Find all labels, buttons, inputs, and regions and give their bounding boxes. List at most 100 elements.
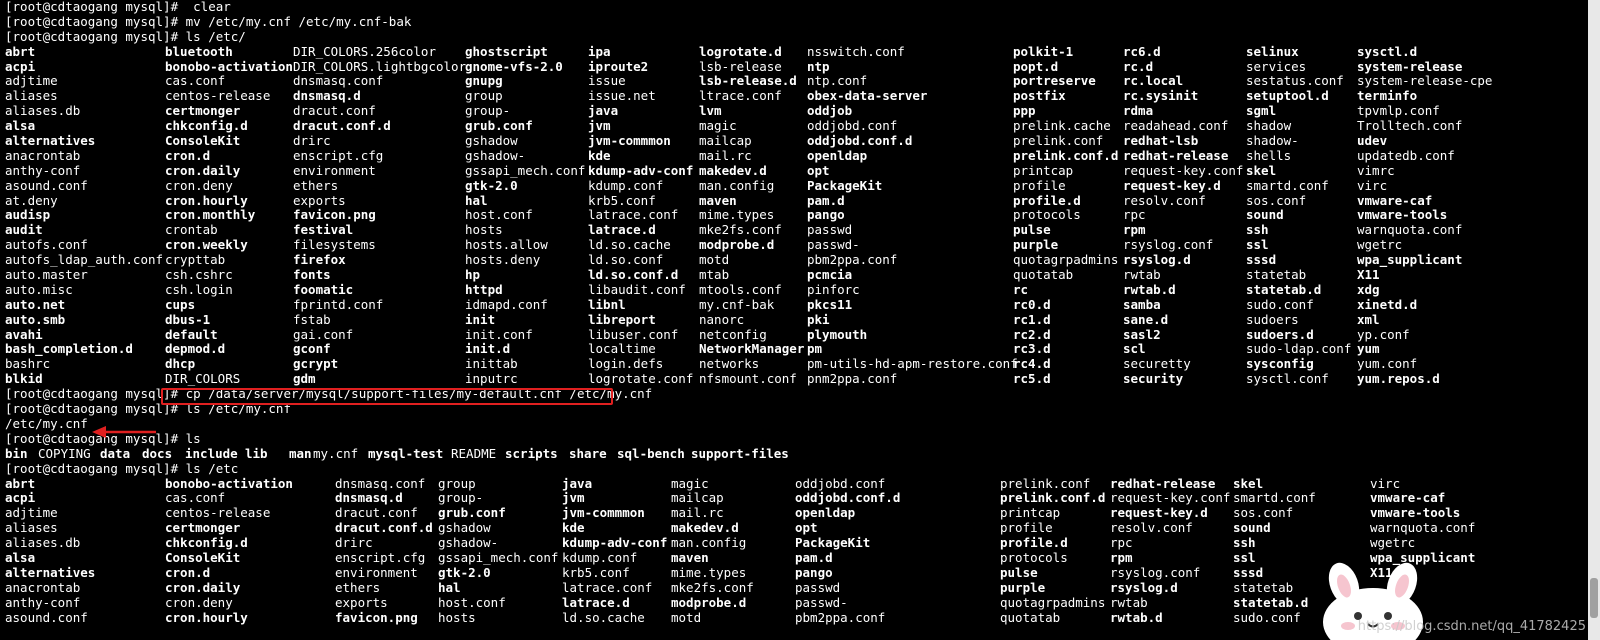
directory-entry: sysconfig — [1246, 356, 1314, 372]
command-output-line: /etc/my.cnf — [5, 415, 1585, 432]
file-entry: shadow — [1246, 118, 1292, 134]
file-entry: pbm2ppa.conf — [807, 252, 898, 268]
directory-entry: skel — [1233, 475, 1264, 491]
directory-entry: scl — [1123, 341, 1146, 357]
file-entry: localtime — [588, 341, 656, 357]
file-entry: hosts.deny — [465, 252, 541, 268]
file-entry: rsyslog.conf — [1123, 237, 1214, 253]
file-entry: DIR_COLORS — [165, 371, 241, 387]
directory-entry: openldap — [795, 505, 856, 521]
scrollbar-thumb[interactable] — [1590, 578, 1598, 618]
file-entry: filesystems — [293, 237, 376, 253]
file-entry: at.deny — [5, 192, 58, 208]
line-text: /etc/my.cnf — [5, 415, 88, 431]
file-entry: latrace.conf — [588, 207, 679, 223]
directory-entry: redhat-lsb — [1123, 133, 1199, 149]
directory-entry: prelink.conf.d — [1000, 490, 1106, 506]
file-entry: oddjobd.conf — [795, 475, 886, 491]
directory-entry: kde — [562, 520, 585, 536]
shell-prompt-line: [root@cdtaogang mysql]# mv /etc/my.cnf /… — [5, 13, 1585, 30]
directory-entry: foomatic — [293, 281, 354, 297]
directory-entry: share — [569, 445, 607, 461]
directory-entry: sudoers.d — [1246, 326, 1314, 342]
directory-entry: iproute2 — [588, 58, 649, 74]
shell-prompt-line: [root@cdtaogang mysql]# ls — [5, 431, 1585, 447]
directory-entry: jvm-commmon — [562, 505, 645, 521]
file-entry: adjtime — [5, 73, 58, 89]
file-entry: mime.types — [699, 207, 775, 223]
listing-row: aliases.db chkconfig.d drirc gshadow-kdump-… — [5, 535, 1585, 551]
line-text: [root@cdtaogang mysql]# clear — [5, 0, 231, 14]
directory-entry: rc3.d — [1013, 341, 1051, 357]
directory-entry: prelink.conf.d — [1013, 147, 1119, 163]
file-entry: drirc — [335, 535, 373, 551]
file-entry: sos.conf — [1246, 192, 1307, 208]
directory-entry: obex-data-server — [807, 88, 928, 104]
file-entry: quotatab — [1000, 609, 1061, 625]
file-entry: anthy-conf — [5, 594, 81, 610]
file-entry: krb5.conf — [588, 192, 656, 208]
directory-entry: pm — [807, 341, 823, 357]
directory-entry: cron.daily — [165, 162, 241, 178]
file-entry: fstab — [293, 311, 331, 327]
directory-entry: hp — [465, 267, 481, 283]
vertical-scrollbar[interactable] — [1588, 0, 1600, 640]
file-entry: tpvmlp.conf — [1357, 103, 1440, 119]
terminal-window[interactable]: [root@cdtaogang mysql]# clear [root@cdtao… — [0, 0, 1600, 640]
directory-entry: polkit-1 — [1013, 43, 1074, 59]
shell-prompt-line: [root@cdtaogang mysql]# ls /etc — [5, 460, 1585, 477]
directory-entry: sane.d — [1123, 311, 1169, 327]
file-entry: wgetrc — [1370, 535, 1416, 551]
directory-entry: festival — [293, 222, 354, 238]
directory-entry: kdump-adv-conf — [588, 162, 694, 178]
file-entry: idmapd.conf — [465, 296, 548, 312]
directory-entry: jvm — [562, 490, 585, 506]
file-entry: motd — [699, 252, 730, 268]
file-entry: enscript.cfg — [293, 147, 384, 163]
file-entry: virc — [1357, 177, 1388, 193]
file-entry: securetty — [1123, 356, 1191, 372]
file-entry: ltrace.conf — [699, 88, 782, 104]
directory-entry: samba — [1123, 296, 1161, 312]
file-entry: mail.rc — [699, 147, 752, 163]
directory-entry: scripts — [505, 445, 558, 461]
file-entry: host.conf — [465, 207, 533, 223]
directory-entry: dnsmasq.d — [335, 490, 403, 506]
file-entry: wgetrc — [1357, 237, 1403, 253]
listing-row: alsa chkconfig.d dracut.conf.d grub.conf jvm… — [5, 118, 1585, 134]
file-entry: mtools.conf — [699, 281, 782, 297]
directory-entry: java — [562, 475, 593, 491]
directory-entry: gnome-vfs-2.0 — [465, 58, 563, 74]
directory-entry: redhat-release — [1110, 475, 1216, 491]
file-entry: aliases.db — [5, 535, 81, 551]
file-entry: nsswitch.conf — [807, 43, 905, 59]
directory-entry: init — [465, 311, 496, 327]
file-entry: man.config — [699, 177, 775, 193]
directory-entry: logrotate.d — [699, 43, 782, 59]
file-entry: passwd- — [795, 594, 848, 610]
directory-entry: chkconfig.d — [165, 535, 248, 551]
directory-entry: rc2.d — [1013, 326, 1051, 342]
directory-entry: portreserve — [1013, 73, 1096, 89]
line-text: [root@cdtaogang mysql]# ls /etc — [5, 460, 239, 476]
file-entry: asound.conf — [5, 609, 88, 625]
line-text: [root@cdtaogang mysql]# mv /etc/my.cnf /… — [5, 13, 412, 29]
directory-entry: certmonger — [165, 520, 241, 536]
file-entry: passwd — [807, 222, 853, 238]
directory-entry: fonts — [293, 267, 331, 283]
directory-entry: audisp — [5, 207, 51, 223]
directory-entry: rsyslog.d — [1123, 252, 1191, 268]
directory-entry: rc4.d — [1013, 356, 1051, 372]
directory-entry: rc6.d — [1123, 43, 1161, 59]
file-entry: lsb-release — [699, 58, 782, 74]
file-entry: gai.conf — [293, 326, 354, 342]
shell-prompt-line: [root@cdtaogang mysql]# clear — [5, 0, 1585, 15]
directory-entry: rc0.d — [1013, 296, 1051, 312]
file-entry: anthy-conf — [5, 162, 81, 178]
directory-entry: rc.sysinit — [1123, 88, 1199, 104]
file-entry: anacrontab — [5, 579, 81, 595]
file-entry: pbm2ppa.conf — [795, 609, 886, 625]
directory-entry: gcrypt — [293, 356, 339, 372]
directory-entry: security — [1123, 371, 1184, 387]
directory-entry: alsa — [5, 118, 36, 134]
